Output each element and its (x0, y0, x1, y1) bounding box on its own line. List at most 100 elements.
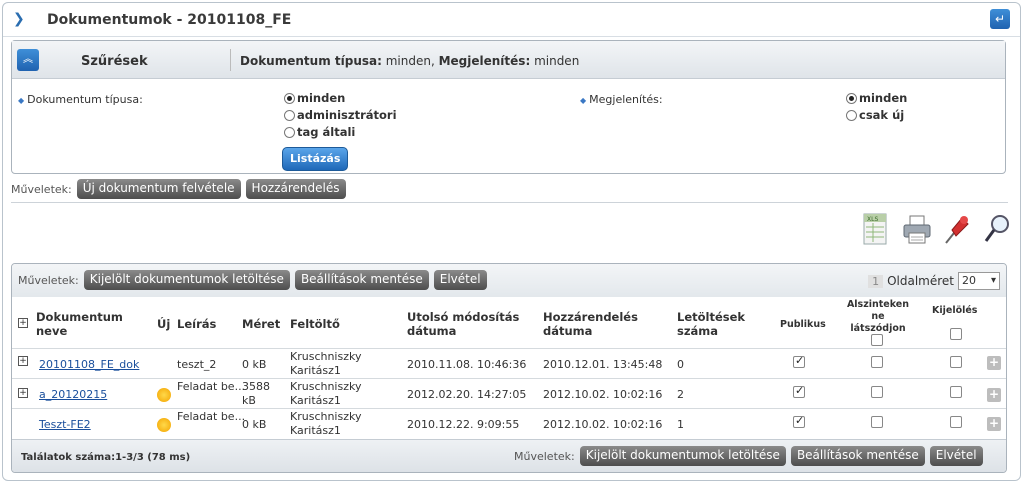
radio-selected-icon (846, 92, 857, 104)
size-cell: 3588 kB (242, 380, 270, 408)
list-button[interactable]: Listázás (282, 147, 349, 171)
operations-label: Műveletek: (18, 273, 79, 287)
radio-doc-type-member[interactable]: tag általi (284, 125, 355, 139)
save-settings-button[interactable]: Beállítások mentése (294, 270, 429, 290)
radio-label: minden (297, 91, 346, 105)
hidden-checkbox[interactable] (871, 356, 883, 368)
select-checkbox[interactable] (950, 416, 962, 428)
display-label: ◆ Megjelenítés: (580, 93, 663, 106)
pin-icon[interactable] (942, 212, 969, 246)
download-selected-button[interactable]: Kijelölt dokumentumok letöltése (579, 446, 786, 466)
add-icon[interactable]: + (987, 356, 1001, 370)
page-number[interactable]: 1 (868, 274, 884, 288)
doc-type-label-text: Dokumentum típusa: (27, 93, 143, 106)
svg-text:XLS: XLS (867, 216, 878, 223)
column-description[interactable]: Leírás (177, 317, 216, 331)
radio-icon (846, 109, 857, 121)
results-count: Találatok száma:1-3/3 (78 ms) (21, 452, 191, 463)
page-title: Dokumentumok - 20101108_FE (47, 12, 292, 28)
grid-toolbar: Műveletek: Kijelölt dokumentumok letölté… (12, 264, 1006, 297)
document-link[interactable]: 20101108_FE_dok (39, 358, 139, 372)
column-downloads-line1: Letöltések (677, 310, 746, 324)
column-size[interactable]: Méret (242, 317, 280, 331)
radio-doc-type-all[interactable]: minden (284, 91, 345, 105)
radio-display-all[interactable]: minden (846, 91, 907, 105)
column-assigned-line2: dátuma (543, 324, 593, 338)
downloads-cell: 2 (677, 388, 684, 401)
new-item-icon (157, 388, 171, 402)
column-public[interactable]: Publikus (780, 319, 826, 331)
add-icon[interactable]: + (987, 388, 1001, 402)
select-checkbox[interactable] (950, 356, 962, 368)
save-settings-button[interactable]: Beállítások mentése (790, 446, 925, 466)
hidden-all-checkbox[interactable] (871, 334, 883, 346)
expand-row-icon[interactable]: + (18, 388, 28, 398)
column-name-line2: neve (36, 324, 68, 338)
printer-icon[interactable] (902, 212, 931, 246)
radio-label: tag általi (297, 125, 356, 139)
back-button[interactable]: ↵ (990, 9, 1010, 29)
remove-button[interactable]: Elvétel (433, 270, 487, 290)
column-modified-line1: Utolsó módosítás (407, 310, 520, 324)
page-size-select[interactable]: 20 (958, 272, 1000, 290)
column-new[interactable]: Új (157, 317, 170, 331)
hidden-checkbox[interactable] (871, 416, 883, 428)
hidden-checkbox[interactable] (871, 386, 883, 398)
uploader-line1: Kruschniszky (290, 410, 362, 423)
public-checkbox[interactable] (793, 384, 805, 398)
return-arrow-icon: ↵ (994, 12, 1006, 26)
assigned-cell: 2012.10.02. 10:02:16 (543, 388, 663, 401)
expand-row-icon[interactable]: + (18, 356, 28, 366)
uploader-cell: Kruschniszky Karitász1 (290, 380, 361, 408)
column-uploader[interactable]: Feltöltő (290, 317, 340, 331)
display-label-text: Megjelenítés: (589, 93, 663, 106)
column-assigned[interactable]: Hozzárendelés dátuma (543, 310, 638, 338)
radio-icon (284, 126, 295, 138)
column-assigned-line1: Hozzárendelés (543, 310, 638, 324)
divider (11, 202, 1008, 203)
downloads-cell: 1 (677, 418, 684, 431)
size-cell: 0 kB (242, 358, 267, 371)
page-size-label: Oldalméret (887, 274, 954, 288)
remove-button[interactable]: Elvétel (929, 446, 983, 466)
xls-export-icon[interactable]: XLS (862, 212, 888, 246)
description-cell: Feladat be... (177, 410, 246, 423)
public-checkbox[interactable] (793, 354, 805, 368)
column-select[interactable]: Kijelölés (932, 305, 977, 317)
filter-header[interactable]: ︽ Szűrések Dokumentum típusa: minden, Me… (12, 41, 1005, 79)
new-item-icon (157, 418, 171, 432)
select-all-checkbox[interactable] (950, 328, 962, 340)
size-line2: kB (242, 394, 256, 407)
document-link[interactable]: Teszt-FE2 (39, 418, 91, 432)
document-link[interactable]: a_20120215 (39, 388, 107, 402)
public-checkbox[interactable] (793, 414, 805, 428)
double-chevron-up-icon: ︽ (23, 54, 33, 65)
radio-display-new[interactable]: csak új (846, 108, 904, 122)
uploader-line2: Karitász1 (290, 394, 341, 407)
new-document-button[interactable]: Új dokumentum felvétele (76, 179, 241, 199)
filter-label: Szűrések (81, 54, 148, 69)
documents-grid: Műveletek: Kijelölt dokumentumok letölté… (11, 263, 1007, 473)
column-downloads[interactable]: Letöltések száma (677, 310, 745, 338)
table-row: + 20101108_FE_dok teszt_2 0 kB Kruschnis… (12, 348, 1006, 378)
download-selected-button[interactable]: Kijelölt dokumentumok letöltése (83, 270, 290, 290)
radio-icon (284, 109, 295, 121)
assign-button[interactable]: Hozzárendelés (245, 179, 346, 199)
add-icon[interactable]: + (987, 417, 1001, 431)
select-checkbox[interactable] (950, 386, 962, 398)
radio-label: minden (859, 91, 908, 105)
uploader-line1: Kruschniszky (290, 350, 362, 363)
summary-value-display: minden (530, 54, 580, 68)
radio-doc-type-admin[interactable]: adminisztrátori (284, 108, 397, 122)
expand-all-icon[interactable]: + (18, 318, 28, 328)
radio-selected-icon (284, 92, 295, 104)
diamond-bullet-icon: ◆ (18, 96, 25, 105)
column-modified[interactable]: Utolsó módosítás dátuma (407, 310, 519, 338)
operations-label: Műveletek: (514, 449, 575, 463)
search-icon[interactable] (982, 212, 1009, 246)
column-hidden[interactable]: Alszinteken ne látszódjon (840, 299, 916, 335)
downloads-cell: 0 (677, 358, 684, 371)
summary-key-doc-type: Dokumentum típusa: (240, 54, 382, 68)
collapse-button[interactable]: ︽ (17, 49, 39, 71)
column-name[interactable]: Dokumentum neve (36, 310, 123, 338)
